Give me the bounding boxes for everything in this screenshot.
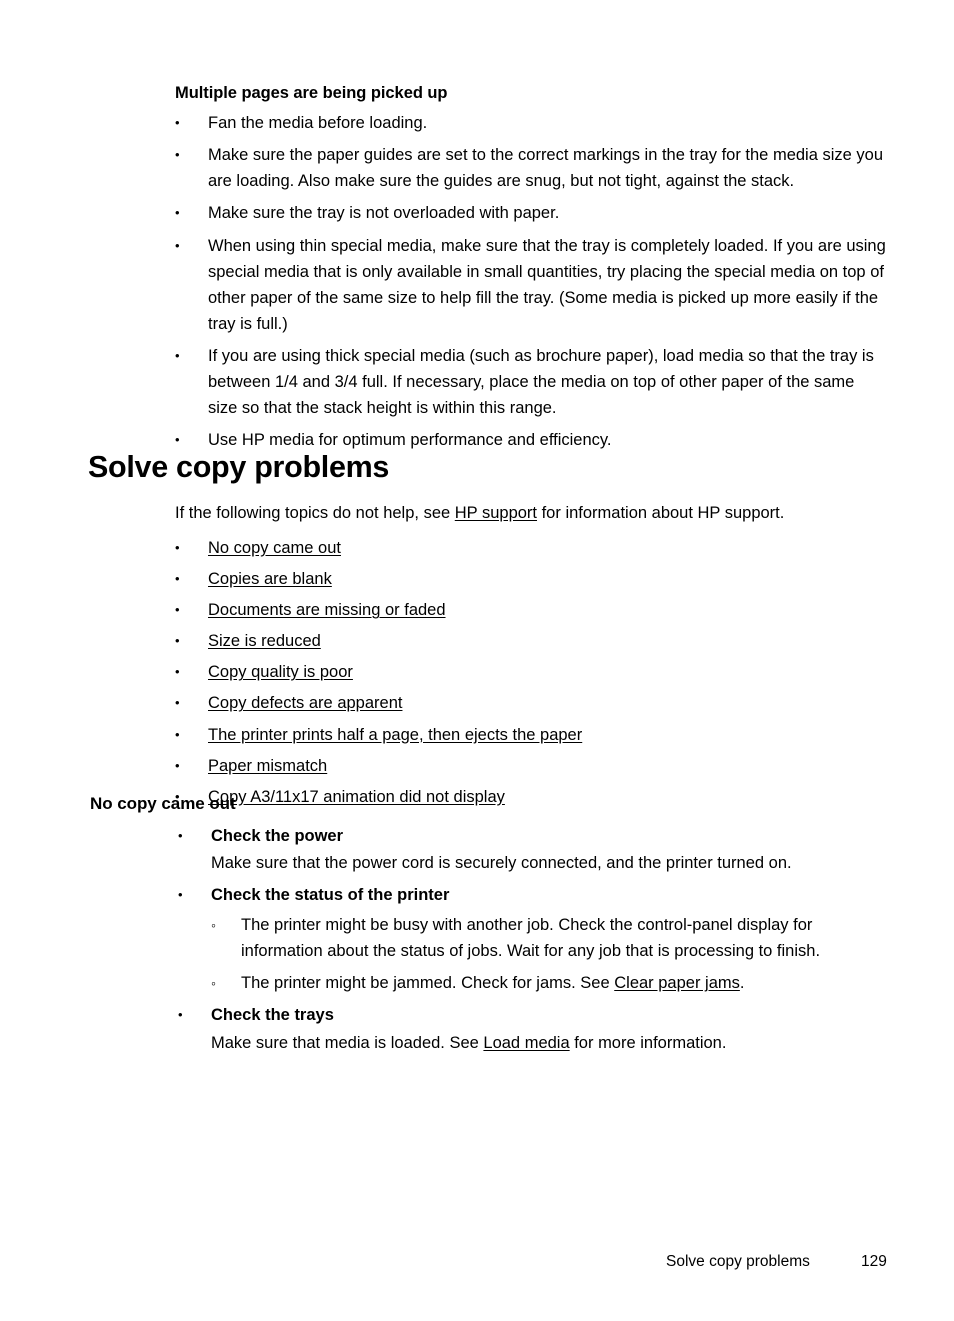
check-status-title: Check the status of the printer xyxy=(211,886,450,905)
list-item: If you are using thick special media (su… xyxy=(175,343,887,421)
multiple-pages-heading: Multiple pages are being picked up xyxy=(175,84,448,102)
bullet-icon xyxy=(175,110,195,136)
bullet-icon xyxy=(175,690,195,716)
link-copy-defects-are-apparent[interactable]: Copy defects are apparent xyxy=(208,694,402,712)
bullet-icon xyxy=(175,659,195,685)
link-hp-support[interactable]: HP support xyxy=(455,504,537,522)
check-power-title: Check the power xyxy=(211,827,344,846)
bullet-icon xyxy=(175,343,195,369)
list-item: Documents are missing or faded xyxy=(175,597,887,623)
check-status-sublist: The printer might be busy with another j… xyxy=(211,912,890,996)
list-item: The printer might be busy with another j… xyxy=(211,912,890,964)
list-item: Paper mismatch xyxy=(175,753,887,779)
list-item: Check the status of the printer The prin… xyxy=(178,882,890,996)
intro-text-after-link: for information about HP support. xyxy=(537,504,785,523)
list-item: Fan the media before loading. xyxy=(175,110,887,136)
check-trays-text-before-link: Make sure that media is loaded. See xyxy=(211,1033,484,1052)
bullet-icon xyxy=(178,823,198,849)
solve-copy-link-list: No copy came out Copies are blank Docume… xyxy=(175,535,887,810)
bullet-icon xyxy=(175,597,195,623)
bullet-icon xyxy=(175,200,195,226)
intro-text-before-link: If the following topics do not help, see xyxy=(175,504,455,523)
link-no-copy-came-out[interactable]: No copy came out xyxy=(208,539,341,557)
link-size-is-reduced[interactable]: Size is reduced xyxy=(208,632,321,650)
list-item: No copy came out xyxy=(175,535,887,561)
section-no-copy-came-out: No copy came out Check the power Make su… xyxy=(0,793,954,1056)
footer-page-number: 129 xyxy=(861,1253,887,1270)
list-item: Make sure the paper guides are set to th… xyxy=(175,142,887,194)
section-multiple-pages: Multiple pages are being picked up Fan t… xyxy=(0,82,954,453)
list-item: Copy defects are apparent xyxy=(175,690,887,716)
list-item-text: Use HP media for optimum performance and… xyxy=(208,430,612,449)
bullet-icon xyxy=(178,1002,198,1028)
check-trays-body: Make sure that media is loaded. See Load… xyxy=(211,1030,890,1056)
list-item-text: Make sure the tray is not overloaded wit… xyxy=(208,204,560,223)
list-item: The printer prints half a page, then eje… xyxy=(175,722,887,748)
link-copy-quality-is-poor[interactable]: Copy quality is poor xyxy=(208,663,353,681)
link-paper-mismatch[interactable]: Paper mismatch xyxy=(208,757,327,775)
document-page: Multiple pages are being picked up Fan t… xyxy=(0,0,954,1321)
list-item: Size is reduced xyxy=(175,628,887,654)
bullet-icon xyxy=(178,882,198,908)
check-power-body: Make sure that the power cord is securel… xyxy=(211,854,792,873)
link-documents-are-missing-or-faded[interactable]: Documents are missing or faded xyxy=(208,601,446,619)
page-title: Solve copy problems xyxy=(88,450,390,484)
list-item: Copies are blank xyxy=(175,566,887,592)
list-item-text: When using thin special media, make sure… xyxy=(208,236,886,333)
footer-section-title: Solve copy problems xyxy=(666,1253,810,1270)
list-item-text: Make sure the paper guides are set to th… xyxy=(208,146,884,191)
bullet-icon xyxy=(175,628,195,654)
hollow-bullet-icon xyxy=(211,970,231,996)
bullet-icon xyxy=(175,535,195,561)
list-item-text: If you are using thick special media (su… xyxy=(208,346,874,417)
section-solve-copy-problems: Solve copy problems If the following top… xyxy=(0,450,954,810)
bullet-icon xyxy=(175,722,195,748)
link-copies-are-blank[interactable]: Copies are blank xyxy=(208,570,332,588)
list-item: Copy quality is poor xyxy=(175,659,887,685)
bullet-icon xyxy=(175,142,195,168)
list-item: When using thin special media, make sure… xyxy=(175,233,887,337)
multiple-pages-bullet-list: Fan the media before loading. Make sure … xyxy=(175,110,887,453)
list-item: The printer might be jammed. Check for j… xyxy=(211,970,890,996)
check-trays-text-after-link: for more information. xyxy=(569,1033,727,1052)
no-copy-came-out-heading: No copy came out xyxy=(90,794,236,813)
hollow-bullet-icon xyxy=(211,912,231,938)
page-footer: Solve copy problems 129 xyxy=(0,1253,954,1272)
bullet-icon xyxy=(175,753,195,779)
sub-item-text: The printer might be busy with another j… xyxy=(241,916,821,961)
list-item-text: Fan the media before loading. xyxy=(208,114,428,133)
list-item: Make sure the tray is not overloaded wit… xyxy=(175,200,887,226)
link-clear-paper-jams[interactable]: Clear paper jams xyxy=(614,974,740,992)
link-load-media[interactable]: Load media xyxy=(483,1034,569,1052)
bullet-icon xyxy=(175,233,195,259)
check-trays-title: Check the trays xyxy=(211,1006,334,1025)
no-copy-checks-list: Check the power Make sure that the power… xyxy=(178,823,890,1056)
list-item: Check the trays Make sure that media is … xyxy=(178,1002,890,1055)
list-item: Check the power Make sure that the power… xyxy=(178,823,890,876)
sub-item-text-before-link: The printer might be jammed. Check for j… xyxy=(241,974,615,993)
bullet-icon xyxy=(175,566,195,592)
link-printer-prints-half-a-page[interactable]: The printer prints half a page, then eje… xyxy=(208,726,582,744)
solve-copy-intro-paragraph: If the following topics do not help, see… xyxy=(175,500,887,526)
sub-item-text-after-link: . xyxy=(739,974,745,993)
